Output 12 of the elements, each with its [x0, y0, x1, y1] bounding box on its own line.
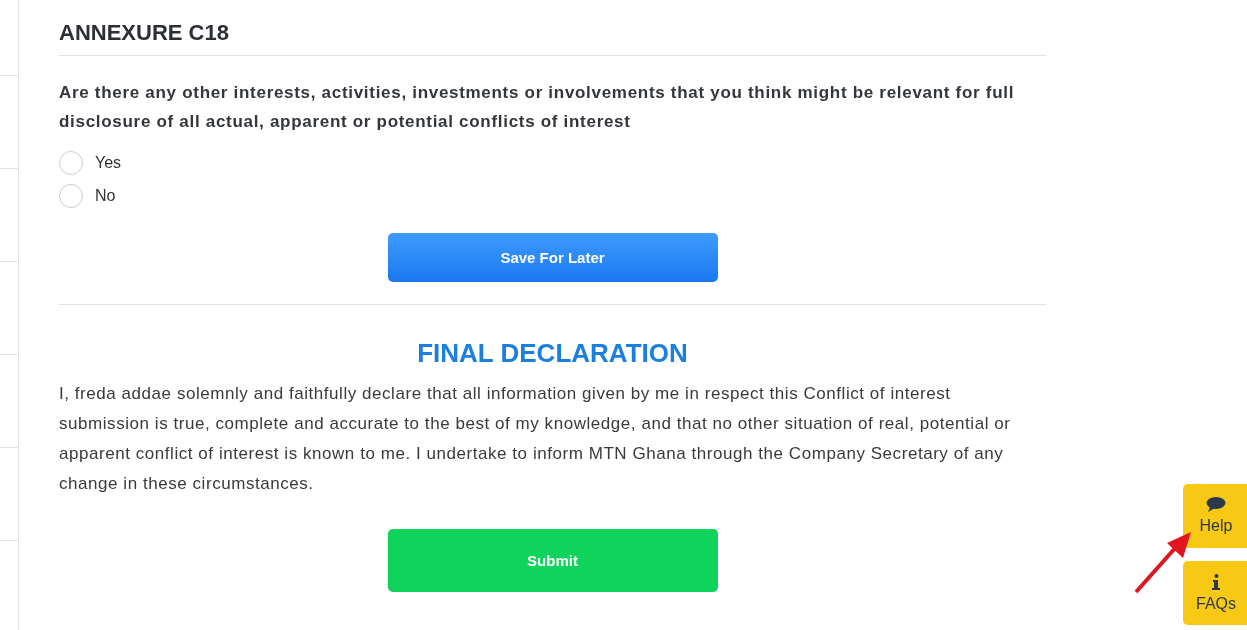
faq-tab[interactable]: FAQs — [1183, 561, 1247, 625]
info-icon — [1212, 573, 1220, 590]
save-button[interactable]: Save For Later — [387, 233, 718, 282]
declaration-title: FINAL DECLARATION — [416, 337, 689, 370]
radio-label: Yes — [95, 153, 122, 172]
speech-bubble-icon — [1206, 497, 1226, 512]
radio-label: No — [95, 186, 116, 205]
question-text: Are there any other interests, activities, investments or involvements that you think might be relevant for full disclosure of all actual, apparent or potential conflicts of interest — [59, 82, 1016, 133]
section-title: ANNEXURE C18 — [59, 19, 230, 47]
help-tab[interactable]: Help — [1183, 484, 1247, 548]
declaration-text: I, freda addae solemnly and faithfully declare that all information given by me in respect this Conflict of interest submission is true, complete and accurate to the best of my knowledge, and that no other situation of real, potential or apparent conflict of interest is known to me. I undertake to inform MTN Ghana through the Company Secretary of any change in these circumstances. — [59, 383, 1012, 495]
pointer-arrow — [1133, 530, 1193, 595]
